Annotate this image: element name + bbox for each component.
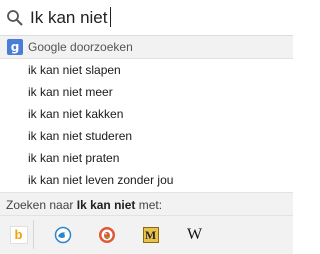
- suggestion-item[interactable]: ik kan niet kakken: [0, 103, 293, 125]
- alt-search-header: Zoeken naar Ik kan niet met:: [0, 192, 293, 215]
- duckduckgo-button[interactable]: [92, 220, 121, 249]
- search-engines-bar: b M W: [0, 215, 293, 254]
- google-search-label: Google doorzoeken: [28, 40, 133, 54]
- suggestion-item[interactable]: ik kan niet slapen: [0, 59, 293, 81]
- google-icon: g: [7, 39, 23, 55]
- bing-icon: b: [9, 225, 28, 244]
- blue-bird-icon: [54, 226, 72, 244]
- m-button[interactable]: M: [136, 220, 165, 249]
- wikipedia-icon: W: [186, 225, 203, 243]
- search-icon: [6, 9, 24, 27]
- alt-search-prefix: Zoeken naar: [6, 198, 74, 212]
- m-icon: M: [142, 226, 159, 243]
- alt-search-suffix: met:: [138, 198, 163, 212]
- alt-search-query: Ik kan niet: [76, 198, 136, 212]
- search-bar[interactable]: Ik kan niet: [0, 0, 293, 36]
- search-query-text: Ik kan niet: [30, 8, 108, 27]
- suggestion-item[interactable]: ik kan niet leven zonder jou: [0, 169, 293, 191]
- google-search-option[interactable]: g Google doorzoeken: [0, 36, 293, 59]
- wikipedia-button[interactable]: W: [180, 220, 209, 249]
- suggestion-item[interactable]: ik kan niet praten: [0, 147, 293, 169]
- bing-button[interactable]: b: [4, 220, 34, 249]
- search-input[interactable]: Ik kan niet: [30, 7, 111, 29]
- blue-bird-button[interactable]: [48, 220, 77, 249]
- suggestion-list: ik kan niet slapen ik kan niet meer ik k…: [0, 59, 293, 191]
- alt-search-text: Zoeken naar Ik kan niet met:: [6, 198, 162, 212]
- duckduckgo-icon: [98, 226, 116, 244]
- text-caret: [109, 7, 111, 27]
- suggestion-item[interactable]: ik kan niet meer: [0, 81, 293, 103]
- suggestion-item[interactable]: ik kan niet studeren: [0, 125, 293, 147]
